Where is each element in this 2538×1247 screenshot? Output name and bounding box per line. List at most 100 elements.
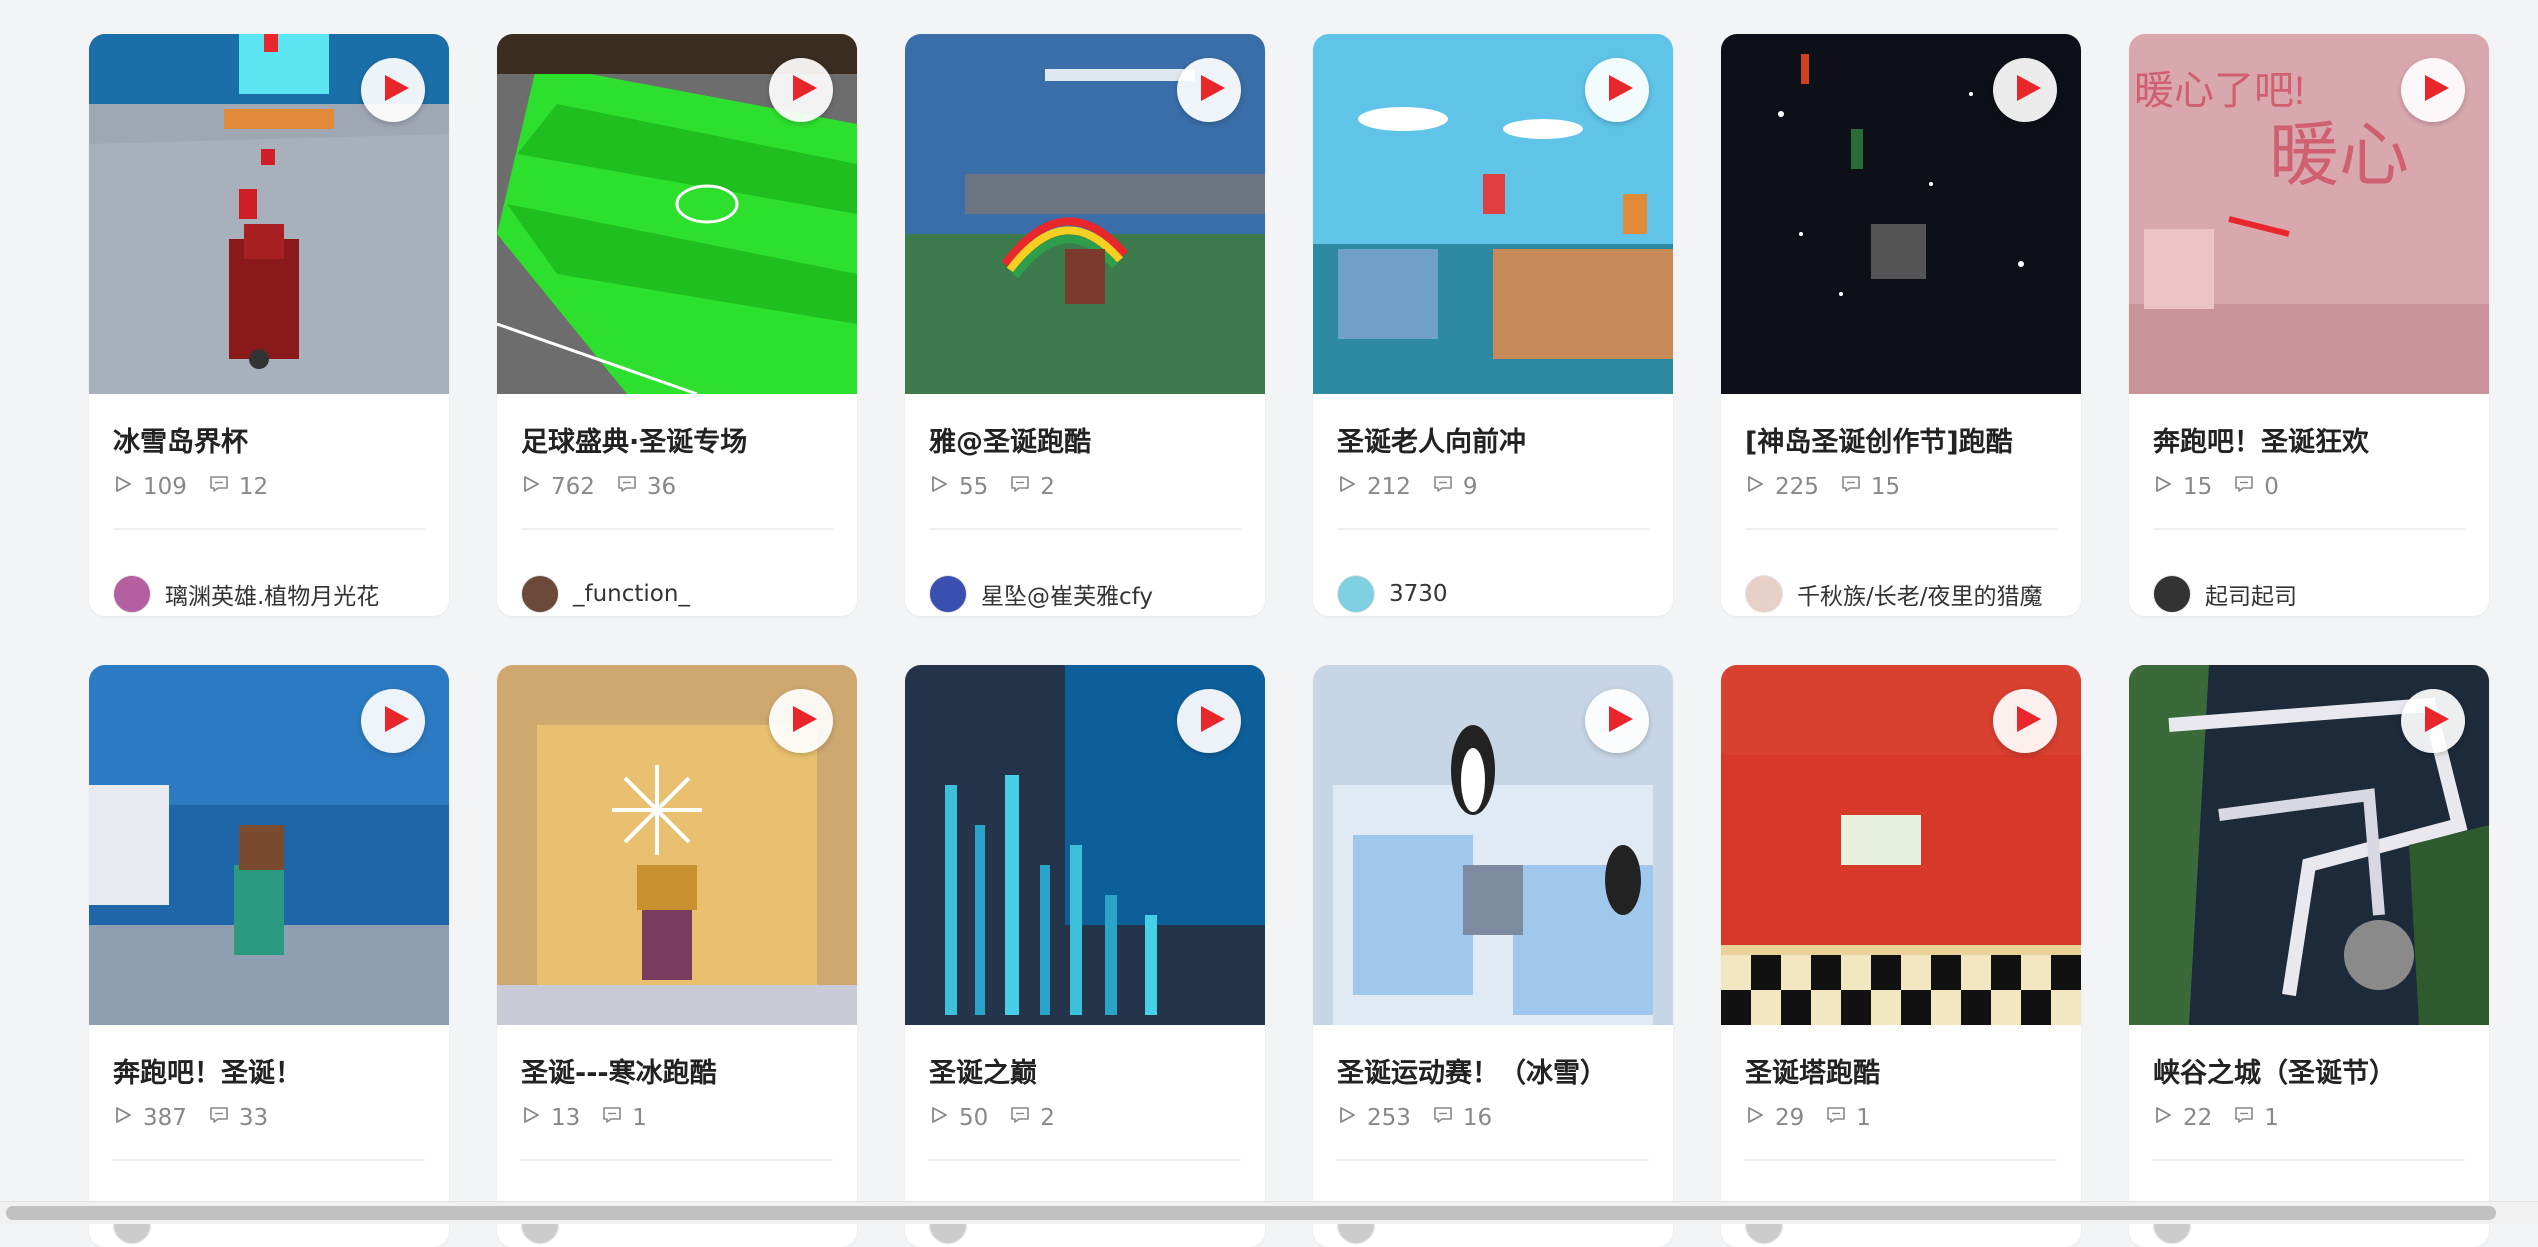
play-count-icon [113, 474, 143, 500]
map-stats: 15 0 [2153, 472, 2301, 502]
play-count-icon [1337, 1105, 1367, 1131]
play-count-icon [113, 1105, 143, 1131]
play-button[interactable] [361, 58, 425, 122]
author-row[interactable]: 星坠@崔芙雅cfy [929, 574, 1153, 614]
comment-icon [209, 1105, 239, 1131]
map-card[interactable]: 圣诞塔跑酷 29 1 [1721, 665, 2081, 1247]
map-card[interactable]: 足球盛典·圣诞专场 762 36 _function_ [497, 34, 857, 616]
play-icon [2008, 704, 2043, 738]
map-title[interactable]: 圣诞运动赛！（冰雪） [1337, 1051, 1655, 1090]
map-thumbnail[interactable] [1721, 34, 2081, 394]
map-stats: 762 36 [521, 472, 698, 502]
map-card[interactable]: 峡谷之城（圣诞节） 22 1 [2129, 665, 2489, 1247]
map-thumbnail[interactable]: 暖心 暖心了吧! [2129, 34, 2489, 394]
play-button[interactable] [1177, 58, 1241, 122]
author-name[interactable]: 起司起司 [2205, 577, 2297, 611]
author-name[interactable]: 3730 [1389, 581, 1448, 607]
map-stats: 13 1 [521, 1103, 669, 1133]
author-row[interactable]: _function_ [521, 574, 690, 614]
map-card[interactable]: 雅@圣诞跑酷 55 2 星坠@崔芙雅cfy [905, 34, 1265, 616]
play-button[interactable] [2401, 58, 2465, 122]
map-title[interactable]: 奔跑吧！圣诞！ [113, 1051, 431, 1090]
comment-count: 36 [646, 474, 677, 500]
avatar[interactable] [1337, 575, 1375, 613]
map-title[interactable]: 冰雪岛界杯 [113, 420, 431, 459]
map-stats: 225 15 [1745, 472, 1922, 502]
map-thumbnail[interactable] [1721, 665, 2081, 1025]
author-row[interactable]: 璃渊英雄.植物月光花 [113, 574, 379, 614]
svg-text:暖心了吧!: 暖心了吧! [2134, 69, 2305, 113]
author-name[interactable]: _function_ [573, 581, 690, 607]
play-button[interactable] [1585, 58, 1649, 122]
card-divider [2153, 1159, 2465, 1161]
map-thumbnail[interactable] [1313, 34, 1673, 394]
avatar[interactable] [113, 575, 151, 613]
play-button[interactable] [1993, 689, 2057, 753]
avatar[interactable] [2153, 575, 2191, 613]
comment-count: 0 [2264, 474, 2279, 500]
play-count: 50 [959, 1105, 989, 1131]
play-count-icon [521, 474, 551, 500]
author-row[interactable]: 3730 [1337, 574, 1448, 614]
map-thumbnail[interactable] [497, 665, 857, 1025]
play-icon [376, 73, 411, 107]
map-title[interactable]: 圣诞---寒冰跑酷 [521, 1051, 839, 1090]
map-title[interactable]: 雅@圣诞跑酷 [929, 420, 1247, 459]
play-button[interactable] [2401, 689, 2465, 753]
comment-count: 33 [238, 1105, 269, 1131]
author-row[interactable]: 起司起司 [2153, 574, 2297, 614]
author-name[interactable]: 星坠@崔芙雅cfy [981, 577, 1153, 611]
map-title[interactable]: 奔跑吧！圣诞狂欢 [2153, 420, 2471, 459]
card-divider [1337, 1159, 1649, 1161]
map-thumbnail[interactable] [2129, 665, 2489, 1025]
map-thumbnail[interactable] [905, 665, 1265, 1025]
author-row[interactable]: 千秋族/长老/夜里的猎魔 [1745, 574, 2043, 614]
play-button[interactable] [1585, 689, 1649, 753]
play-icon [1600, 73, 1635, 107]
map-thumbnail[interactable] [89, 665, 449, 1025]
map-card[interactable]: 圣诞老人向前冲 212 9 3730 [1313, 34, 1673, 616]
map-thumbnail[interactable] [905, 34, 1265, 394]
avatar[interactable] [929, 575, 967, 613]
play-button[interactable] [1177, 689, 1241, 753]
author-name[interactable]: 千秋族/长老/夜里的猎魔 [1797, 577, 2043, 611]
horizontal-scrollbar[interactable] [0, 1201, 2538, 1224]
map-thumbnail[interactable] [497, 34, 857, 394]
play-count: 212 [1367, 474, 1411, 500]
map-card[interactable]: 暖心 暖心了吧! 奔跑吧！圣诞狂欢 15 0 起司起司 [2129, 34, 2489, 616]
avatar[interactable] [1745, 575, 1783, 613]
play-icon [1192, 73, 1227, 107]
map-card[interactable]: 圣诞之巅 50 2 [905, 665, 1265, 1247]
play-count: 22 [2183, 1105, 2213, 1131]
play-button[interactable] [361, 689, 425, 753]
play-count-icon [2153, 474, 2183, 500]
play-count-icon [1745, 474, 1775, 500]
play-button[interactable] [1993, 58, 2057, 122]
card-divider [1745, 1159, 2057, 1161]
map-title[interactable]: 圣诞老人向前冲 [1337, 420, 1655, 459]
comment-count: 1 [2264, 1105, 2279, 1131]
map-card[interactable]: 奔跑吧！圣诞！ 387 33 [89, 665, 449, 1247]
play-button[interactable] [769, 689, 833, 753]
map-card[interactable]: 圣诞运动赛！（冰雪） 253 16 [1313, 665, 1673, 1247]
map-title[interactable]: 峡谷之城（圣诞节） [2153, 1051, 2471, 1090]
map-title[interactable]: 足球盛典·圣诞专场 [521, 420, 839, 459]
play-icon [1192, 704, 1227, 738]
card-divider [113, 1159, 425, 1161]
map-thumbnail[interactable] [1313, 665, 1673, 1025]
author-name[interactable]: 璃渊英雄.植物月光花 [165, 577, 379, 611]
map-thumbnail[interactable] [89, 34, 449, 394]
play-count: 15 [2183, 474, 2213, 500]
map-title[interactable]: 圣诞塔跑酷 [1745, 1051, 2063, 1090]
avatar[interactable] [521, 575, 559, 613]
map-card[interactable]: [神岛圣诞创作节]跑酷 225 15 千秋族/长老/夜里的猎魔 [1721, 34, 2081, 616]
scrollbar-thumb[interactable] [6, 1206, 2496, 1220]
map-title[interactable]: [神岛圣诞创作节]跑酷 [1745, 420, 2063, 459]
play-button[interactable] [769, 58, 833, 122]
comment-icon [2234, 474, 2264, 500]
comment-count: 16 [1462, 1105, 1493, 1131]
play-count-icon [929, 1105, 959, 1131]
map-card[interactable]: 圣诞---寒冰跑酷 13 1 [497, 665, 857, 1247]
map-title[interactable]: 圣诞之巅 [929, 1051, 1247, 1090]
map-card[interactable]: 冰雪岛界杯 109 12 璃渊英雄.植物月光花 [89, 34, 449, 616]
